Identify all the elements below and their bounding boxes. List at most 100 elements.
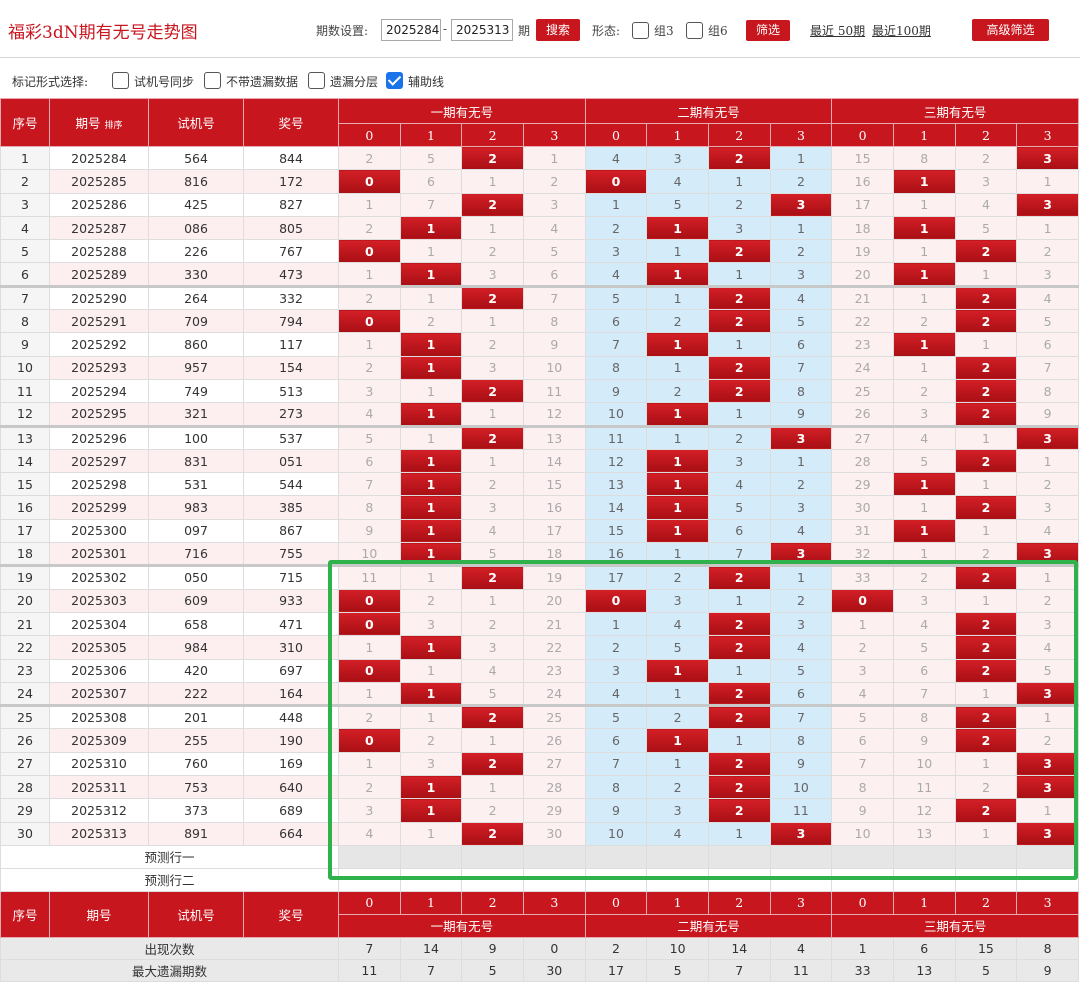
predict-cell[interactable] [646, 867, 709, 892]
miss-cell: 10 [769, 775, 833, 800]
miss-layer-checkbox[interactable] [308, 72, 325, 89]
stat-value: 14 [707, 936, 771, 960]
table-row: 22 2025305 984 310 1 1 3 22 2 5 2 4 2 5 2 4 [0, 635, 1079, 660]
stat-count-row: 出现次数 7 14 9 0 2 10 14 4 1 6 15 8 [0, 936, 1079, 960]
predict-cell[interactable] [954, 844, 1018, 869]
stat-value: 9 [461, 936, 524, 960]
hit-cell: 1 [892, 518, 956, 544]
row-index: 19 [0, 564, 50, 590]
miss-cell: 1 [892, 542, 956, 567]
search-button[interactable]: 搜索 [536, 19, 580, 41]
miss-cell: 23 [831, 332, 894, 357]
miss-cell: 1 [399, 284, 463, 311]
miss-cell: 6 [831, 728, 894, 753]
period-end-input[interactable]: 2025313 [451, 19, 513, 41]
predict-cell[interactable] [831, 844, 894, 869]
miss-cell: 1 [954, 262, 1018, 287]
predict-cell[interactable] [892, 844, 956, 869]
predict-cell[interactable] [522, 867, 586, 892]
hit-cell: 1 [892, 332, 956, 357]
miss-cell: 14 [522, 448, 586, 474]
no-miss-data-checkbox[interactable] [204, 72, 221, 89]
hit-cell: 2 [707, 681, 771, 707]
row-index: 20 [0, 588, 50, 613]
predict-cell[interactable] [954, 867, 1018, 892]
miss-cell: 16 [522, 495, 586, 520]
miss-cell: 1 [399, 704, 463, 730]
predict-cell[interactable] [399, 867, 463, 892]
miss-cell: 2 [954, 775, 1018, 800]
predict-cell[interactable] [399, 844, 463, 869]
miss-cell: 12 [522, 402, 586, 427]
period-start-input[interactable]: 2025284 [381, 19, 441, 41]
predict-cell[interactable] [707, 867, 771, 892]
recent-50-link[interactable]: 最近 50期 [810, 22, 865, 39]
sync-shiji-checkbox[interactable] [112, 72, 129, 89]
miss-cell: 5 [461, 681, 524, 707]
filter-button[interactable]: 筛选 [746, 20, 790, 41]
miss-cell: 6 [338, 448, 401, 474]
row-issue: 2025308 [49, 704, 149, 730]
miss-cell: 1 [338, 635, 401, 660]
recent-100-link[interactable]: 最近100期 [872, 22, 931, 39]
foot-issue-header: 期号 [49, 890, 149, 938]
miss-cell: 7 [707, 542, 771, 567]
miss-cell: 20 [831, 262, 894, 287]
form-label: 形态: [592, 24, 621, 38]
row-index: 3 [0, 192, 50, 217]
sort-button[interactable]: 排序 [105, 121, 123, 131]
row-jiang: 513 [243, 378, 339, 404]
miss-cell: 11 [769, 798, 833, 823]
predict-cell[interactable] [831, 867, 894, 892]
hit-cell: 2 [461, 751, 524, 777]
group-header: 一期有无号 [338, 98, 586, 124]
hit-cell: 2 [954, 728, 1018, 753]
miss-cell: 11 [584, 424, 648, 450]
predict-cell[interactable] [461, 844, 524, 869]
predict-cell[interactable] [646, 844, 709, 869]
guide-line-checkbox[interactable] [386, 72, 403, 89]
miss-cell: 1 [461, 448, 524, 474]
form-zu6-checkbox[interactable] [686, 22, 703, 39]
row-index: 15 [0, 472, 50, 497]
hit-cell: 3 [1016, 424, 1079, 450]
predict-cell[interactable] [1016, 844, 1079, 869]
hit-cell: 0 [338, 588, 401, 613]
miss-cell: 1 [399, 564, 463, 590]
miss-cell: 1 [1016, 704, 1079, 730]
predict-cell[interactable] [707, 844, 771, 869]
miss-cell: 2 [646, 564, 709, 590]
col-issue-header[interactable]: 期号 排序 [49, 98, 149, 147]
no-miss-data-label: 不带遗漏数据 [226, 75, 299, 89]
form-zu3-checkbox[interactable] [632, 22, 649, 39]
hit-cell: 3 [1016, 192, 1079, 217]
predict-cell[interactable] [338, 867, 401, 892]
predict-cell[interactable] [461, 867, 524, 892]
predict-cell[interactable] [584, 844, 648, 869]
row-jiang: 689 [243, 798, 339, 823]
row-issue: 2025304 [49, 611, 149, 637]
miss-cell: 3 [831, 658, 894, 683]
miss-cell: 16 [831, 169, 894, 194]
miss-cell: 10 [338, 542, 401, 567]
predict-cell[interactable] [338, 844, 401, 869]
advanced-filter-button[interactable]: 高级筛选 [972, 19, 1049, 41]
miss-cell: 2 [1016, 239, 1079, 264]
row-jiang: 332 [243, 284, 339, 311]
miss-cell: 1 [892, 495, 956, 520]
digit-header: 1 [892, 123, 956, 147]
row-shiji: 609 [148, 588, 244, 613]
miss-cell: 1 [399, 658, 463, 683]
miss-cell: 21 [522, 611, 586, 637]
row-jiang: 051 [243, 448, 339, 474]
miss-cell: 4 [338, 402, 401, 427]
predict-cell[interactable] [522, 844, 586, 869]
miss-cell: 4 [584, 145, 648, 171]
guide-line-label: 辅助线 [408, 75, 445, 89]
predict-cell[interactable] [584, 867, 648, 892]
predict-cell[interactable] [769, 844, 833, 869]
predict-cell[interactable] [892, 867, 956, 892]
miss-cell: 1 [707, 169, 771, 194]
predict-cell[interactable] [769, 867, 833, 892]
predict-cell[interactable] [1016, 867, 1079, 892]
